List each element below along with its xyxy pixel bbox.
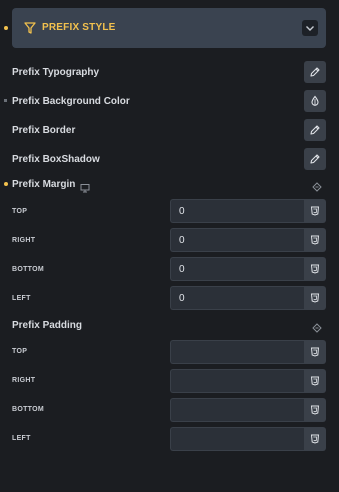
filter-icon [23, 21, 37, 35]
padding-label: Prefix Padding [12, 320, 83, 331]
padding-left-label: LEFT [12, 435, 31, 442]
margin-bottom-label: BOTTOM [12, 266, 45, 273]
padding-top-input[interactable] [170, 340, 304, 364]
margin-left-input[interactable]: 0 [170, 286, 304, 310]
link-icon[interactable] [312, 179, 322, 192]
css-unit-icon [310, 434, 320, 444]
typography-edit-button[interactable] [304, 61, 326, 83]
modified-indicator [4, 26, 8, 30]
css-unit-icon [310, 347, 320, 357]
css-unit-icon [310, 405, 320, 415]
margin-top-unit-button[interactable] [304, 199, 326, 223]
monitor-icon[interactable] [80, 180, 90, 198]
margin-right-label: RIGHT [12, 237, 36, 244]
margin-bottom-input[interactable]: 0 [170, 257, 304, 281]
margin-left-unit-button[interactable] [304, 286, 326, 310]
pencil-icon [310, 67, 320, 77]
padding-right-label: RIGHT [12, 377, 36, 384]
default-indicator [4, 99, 7, 102]
border-edit-button[interactable] [304, 119, 326, 141]
chevron-down-icon[interactable] [302, 20, 318, 36]
margin-right-unit-button[interactable] [304, 228, 326, 252]
padding-right-input[interactable] [170, 369, 304, 393]
color-drop-icon [311, 95, 319, 106]
background-color-label: Prefix Background Color [12, 96, 130, 107]
modified-indicator [4, 182, 8, 186]
padding-right-unit-button[interactable] [304, 369, 326, 393]
prefix-style-section-toggle[interactable]: PREFIX STYLE [12, 8, 326, 48]
css-unit-icon [310, 264, 320, 274]
margin-label: Prefix Margin [12, 179, 76, 190]
margin-top-input[interactable]: 0 [170, 199, 304, 223]
margin-left-label: LEFT [12, 295, 31, 302]
css-unit-icon [310, 376, 320, 386]
padding-left-unit-button[interactable] [304, 427, 326, 451]
css-unit-icon [310, 293, 320, 303]
pencil-icon [310, 125, 320, 135]
margin-right-input[interactable]: 0 [170, 228, 304, 252]
box-shadow-edit-button[interactable] [304, 148, 326, 170]
css-unit-icon [310, 235, 320, 245]
padding-top-label: TOP [12, 348, 28, 355]
padding-bottom-label: BOTTOM [12, 406, 45, 413]
padding-bottom-input[interactable] [170, 398, 304, 422]
css-unit-icon [310, 206, 320, 216]
link-icon[interactable] [312, 320, 322, 333]
box-shadow-label: Prefix BoxShadow [12, 154, 100, 165]
margin-top-label: TOP [12, 208, 28, 215]
section-title: PREFIX STYLE [42, 22, 116, 33]
border-label: Prefix Border [12, 125, 76, 136]
padding-top-unit-button[interactable] [304, 340, 326, 364]
margin-bottom-unit-button[interactable] [304, 257, 326, 281]
background-color-button[interactable] [304, 90, 326, 112]
padding-bottom-unit-button[interactable] [304, 398, 326, 422]
padding-left-input[interactable] [170, 427, 304, 451]
typography-label: Prefix Typography [12, 67, 100, 78]
pencil-icon [310, 154, 320, 164]
